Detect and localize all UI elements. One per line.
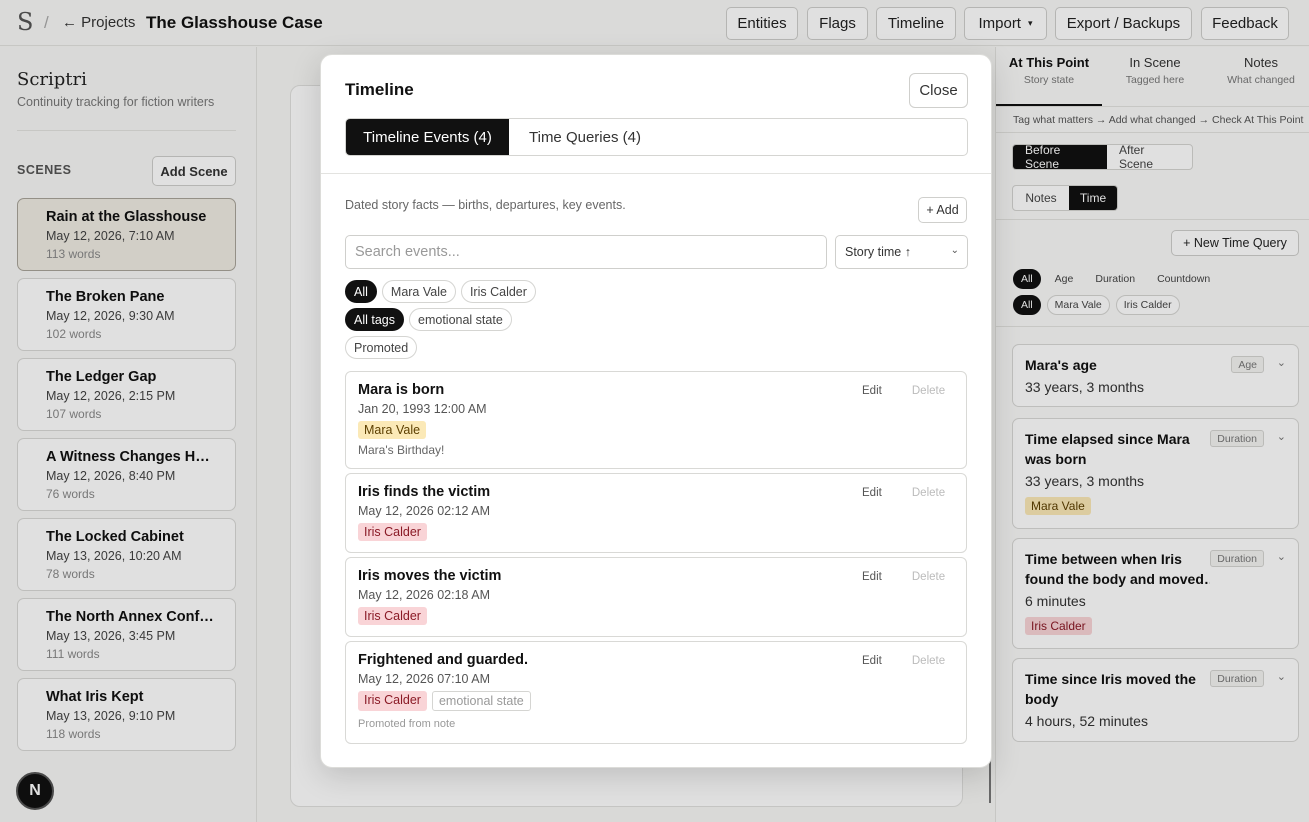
delete-event-button[interactable]: Delete [901,487,956,499]
char-filter-all[interactable]: All [345,280,377,303]
edit-event-button[interactable]: Edit [862,487,882,499]
edit-event-button[interactable]: Edit [862,385,882,397]
sort-value: Story time ↑ [845,245,911,259]
promoted-filter[interactable]: Promoted [345,336,418,359]
character-tag: Iris Calder [358,607,427,625]
edit-event-button[interactable]: Edit [862,655,882,667]
timeline-event-card[interactable]: Iris moves the victim May 12, 2026 02:18… [345,557,967,637]
tag-filter-row: All tags emotional state [345,308,512,331]
event-tags: Iris Calder emotional state [358,691,954,711]
timeline-modal: Timeline Close Timeline Events (4) Time … [320,54,992,768]
char-filter-mara[interactable]: Mara Vale [381,280,456,303]
chevron-down-icon: ⌄ [950,245,959,256]
event-date: May 12, 2026 02:12 AM [358,504,491,518]
event-tags: Iris Calder [358,607,954,625]
event-tags: Iris Calder [358,523,954,541]
sort-select[interactable]: Story time ↑ ⌄ [835,235,968,269]
delete-event-button[interactable]: Delete [901,385,956,397]
add-event-button[interactable]: + Add [918,197,967,223]
character-filter-row: All Mara Vale Iris Calder [345,280,536,303]
event-tags: Mara Vale [358,421,954,439]
tab-time-queries[interactable]: Time Queries (4) [509,119,661,155]
char-filter-iris[interactable]: Iris Calder [460,280,536,303]
modal-tabs: Timeline Events (4) Time Queries (4) [345,118,968,156]
edit-event-button[interactable]: Edit [862,571,882,583]
character-tag: Iris Calder [358,523,427,541]
promoted-note-label: Promoted from note [358,718,456,730]
event-date: May 12, 2026 07:10 AM [358,672,491,686]
character-tag: Iris Calder [358,691,427,711]
timeline-event-card[interactable]: Frightened and guarded. May 12, 2026 07:… [345,641,967,744]
tab-timeline-events[interactable]: Timeline Events (4) [346,119,509,155]
close-button[interactable]: Close [909,73,968,108]
modal-title: Timeline [345,80,414,99]
event-date: Jan 20, 1993 12:00 AM [358,402,487,416]
delete-event-button[interactable]: Delete [901,655,956,667]
promoted-filter-row: Promoted [345,336,418,359]
character-tag: Mara Vale [358,421,427,439]
event-date: May 12, 2026 02:18 AM [358,588,491,602]
timeline-event-card[interactable]: Iris finds the victim May 12, 2026 02:12… [345,473,967,553]
tag-filter-emotional-state[interactable]: emotional state [409,308,512,331]
search-events-input[interactable] [345,235,827,269]
delete-event-button[interactable]: Delete [901,571,956,583]
timeline-event-card[interactable]: Mara is born Jan 20, 1993 12:00 AM Mara … [345,371,967,469]
emotional-state-tag: emotional state [431,691,531,711]
event-note: Mara's Birthday! [358,443,445,457]
modal-divider [321,173,991,174]
events-description: Dated story facts — births, departures, … [345,198,626,212]
tag-filter-all[interactable]: All tags [345,308,404,331]
